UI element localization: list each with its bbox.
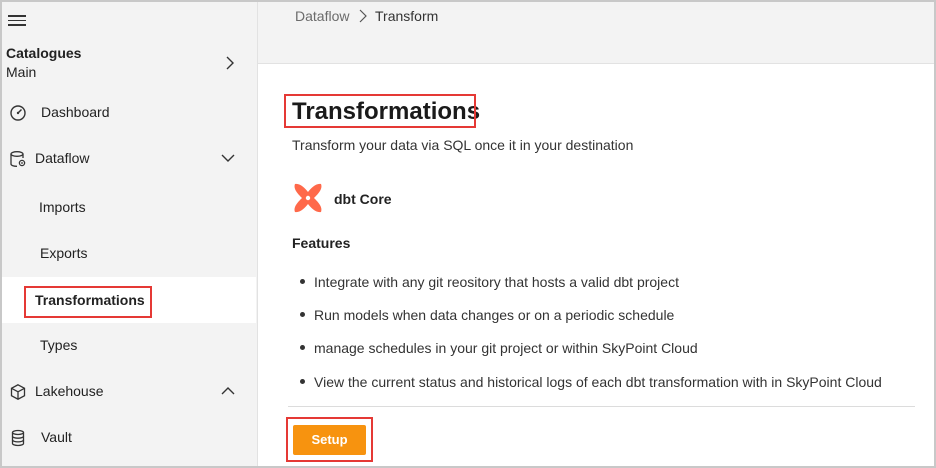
- highlight-box: [286, 417, 373, 462]
- feature-list-item: Integrate with any git reository that ho…: [300, 274, 679, 290]
- sidebar-item-label: Types: [40, 337, 78, 353]
- catalogue-subtitle: Main: [6, 64, 37, 80]
- hamburger-menu-icon[interactable]: [8, 12, 26, 28]
- bullet-icon: [300, 344, 305, 350]
- main-content: Transformations Transform your data via …: [258, 64, 934, 466]
- breadcrumb-item-dataflow[interactable]: Dataflow: [295, 8, 349, 24]
- bullet-icon: [300, 378, 305, 384]
- sidebar-item-dashboard[interactable]: Dashboard: [2, 91, 256, 135]
- sidebar-item-label: Dataflow: [35, 150, 90, 166]
- sidebar-item-dataflow[interactable]: Dataflow: [2, 137, 256, 181]
- chevron-up-icon[interactable]: [220, 384, 236, 398]
- feature-list-item: Run models when data changes or on a per…: [300, 307, 674, 323]
- dataflow-icon: [10, 151, 26, 167]
- sidebar-item-imports[interactable]: Imports: [2, 186, 256, 230]
- breadcrumb-item-transform: Transform: [375, 8, 439, 24]
- feature-text: Run models when data changes or on a per…: [314, 307, 675, 323]
- dashboard-gauge-icon: [10, 105, 26, 121]
- cube-icon: [10, 384, 26, 400]
- chevron-down-icon[interactable]: [220, 151, 236, 165]
- chevron-right-icon: [226, 56, 234, 70]
- catalogue-selector[interactable]: Catalogues Main: [6, 45, 256, 89]
- sidebar: Catalogues Main Dashboard Dataflow Impor…: [2, 2, 258, 466]
- sidebar-item-label: Imports: [39, 199, 86, 215]
- database-icon: [11, 429, 25, 447]
- breadcrumb: Dataflow Transform: [258, 2, 934, 64]
- app-window: Catalogues Main Dashboard Dataflow Impor…: [0, 0, 936, 468]
- sidebar-item-label: Exports: [40, 245, 88, 261]
- bullet-icon: [300, 311, 305, 317]
- catalogue-title: Catalogues: [6, 45, 82, 61]
- feature-list-item: View the current status and historical l…: [300, 374, 882, 390]
- feature-text: Integrate with any git reository that ho…: [314, 274, 679, 290]
- highlight-box: [24, 286, 152, 318]
- sidebar-item-label: Lakehouse: [35, 383, 104, 399]
- sidebar-item-lakehouse[interactable]: Lakehouse: [2, 370, 256, 414]
- chevron-right-icon: [359, 9, 367, 23]
- sidebar-item-types[interactable]: Types: [2, 324, 256, 368]
- sidebar-item-exports[interactable]: Exports: [2, 232, 256, 276]
- tool-name: dbt Core: [334, 191, 392, 207]
- features-heading: Features: [292, 235, 351, 251]
- feature-list-item: manage schedules in your git project or …: [300, 340, 698, 356]
- bullet-icon: [300, 278, 305, 284]
- sidebar-item-vault[interactable]: Vault: [2, 416, 256, 460]
- page-subtitle: Transform your data via SQL once it in y…: [292, 137, 634, 153]
- divider: [288, 406, 915, 407]
- sidebar-item-label: Dashboard: [41, 104, 110, 120]
- highlight-box: [284, 94, 476, 128]
- feature-text: manage schedules in your git project or …: [314, 340, 698, 356]
- dbt-logo-icon: [294, 183, 322, 213]
- sidebar-item-label: Vault: [41, 429, 72, 445]
- feature-text: View the current status and historical l…: [314, 374, 882, 390]
